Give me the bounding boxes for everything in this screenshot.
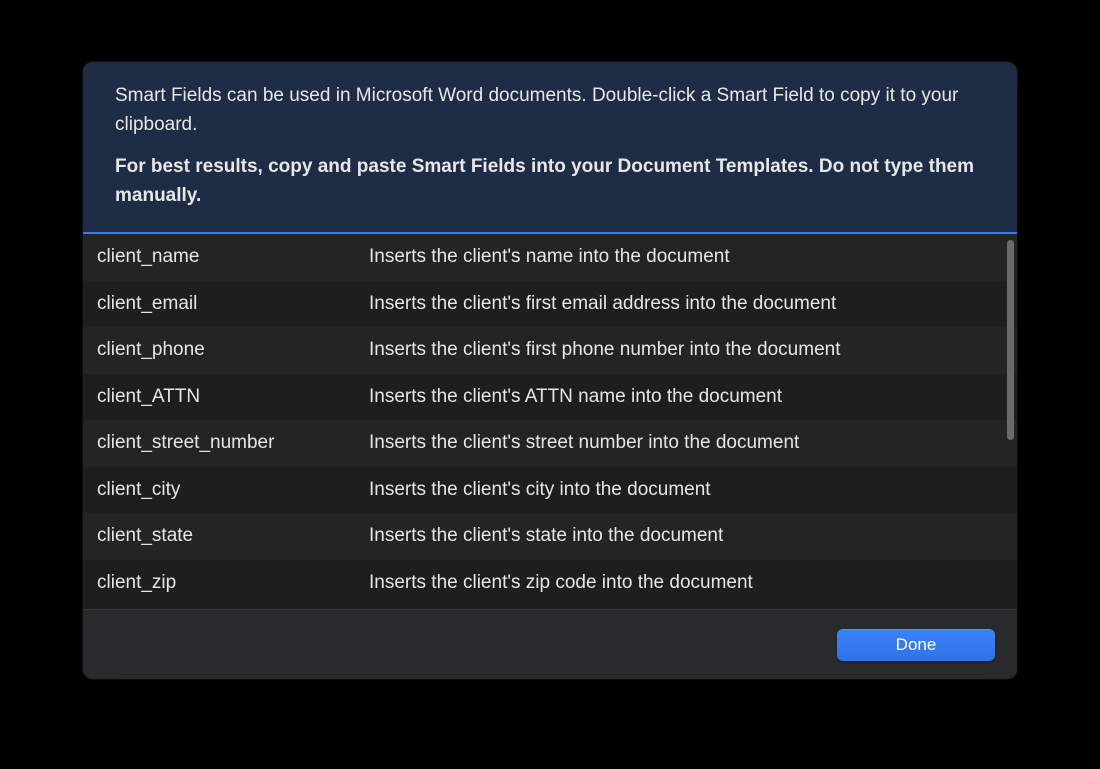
table-row[interactable]: client_state Inserts the client's state … xyxy=(83,513,1017,560)
field-description: Inserts the client's street number into … xyxy=(369,432,1003,454)
field-name: client_name xyxy=(97,246,369,268)
field-description: Inserts the client's ATTN name into the … xyxy=(369,386,1003,408)
table-row[interactable]: client_email Inserts the client's first … xyxy=(83,281,1017,328)
field-description: Inserts the client's state into the docu… xyxy=(369,525,1003,547)
table-row[interactable]: client_ATTN Inserts the client's ATTN na… xyxy=(83,374,1017,421)
header-warning-text: For best results, copy and paste Smart F… xyxy=(115,153,985,210)
field-name: client_zip xyxy=(97,572,369,594)
field-name: client_email xyxy=(97,293,369,315)
field-name: client_state xyxy=(97,525,369,547)
field-name: client_street_number xyxy=(97,432,369,454)
field-description: Inserts the client's first phone number … xyxy=(369,339,1003,361)
table-row[interactable]: client_street_number Inserts the client'… xyxy=(83,420,1017,467)
table-row[interactable]: client_name Inserts the client's name in… xyxy=(83,234,1017,281)
field-name: client_city xyxy=(97,479,369,501)
done-button[interactable]: Done xyxy=(837,629,995,661)
field-name: client_ATTN xyxy=(97,386,369,408)
table-row[interactable]: client_phone Inserts the client's first … xyxy=(83,327,1017,374)
field-description: Inserts the client's name into the docum… xyxy=(369,246,1003,268)
fields-list[interactable]: client_name Inserts the client's name in… xyxy=(83,234,1017,609)
field-description: Inserts the client's zip code into the d… xyxy=(369,572,1003,594)
table-row[interactable]: client_city Inserts the client's city in… xyxy=(83,467,1017,514)
dialog-footer: Done xyxy=(83,609,1017,679)
dialog-header: Smart Fields can be used in Microsoft Wo… xyxy=(83,62,1017,234)
field-description: Inserts the client's city into the docum… xyxy=(369,479,1003,501)
smart-fields-dialog: Smart Fields can be used in Microsoft Wo… xyxy=(83,62,1017,679)
field-description: Inserts the client's first email address… xyxy=(369,293,1003,315)
header-intro-text: Smart Fields can be used in Microsoft Wo… xyxy=(115,82,985,139)
fields-list-container: client_name Inserts the client's name in… xyxy=(83,234,1017,609)
field-name: client_phone xyxy=(97,339,369,361)
table-row[interactable]: client_zip Inserts the client's zip code… xyxy=(83,560,1017,607)
scrollbar-thumb[interactable] xyxy=(1007,240,1014,440)
